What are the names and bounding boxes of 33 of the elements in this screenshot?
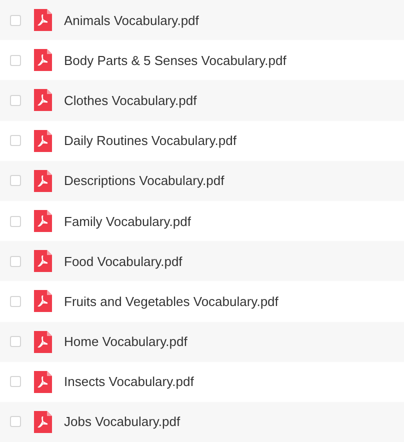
- pdf-file-icon: [34, 330, 52, 353]
- file-name[interactable]: Body Parts & 5 Senses Vocabulary.pdf: [64, 52, 286, 68]
- file-name[interactable]: Fruits and Vegetables Vocabulary.pdf: [64, 294, 278, 309]
- file-name[interactable]: Home Vocabulary.pdf: [64, 334, 188, 350]
- file-name[interactable]: Clothes Vocabulary.pdf: [64, 92, 197, 108]
- checkbox[interactable]: [10, 135, 21, 146]
- pdf-file-icon: [34, 410, 52, 433]
- file-name[interactable]: Daily Routines Vocabulary.pdf: [64, 133, 236, 148]
- pdf-file-icon: [34, 9, 52, 32]
- pdf-file-icon: [34, 89, 52, 112]
- file-name[interactable]: Food Vocabulary.pdf: [64, 254, 182, 269]
- pdf-file-icon: [34, 49, 52, 72]
- checkbox[interactable]: [10, 14, 21, 26]
- checkbox[interactable]: [10, 54, 21, 66]
- file-name[interactable]: Animals Vocabulary.pdf: [64, 12, 199, 28]
- checkbox[interactable]: [10, 416, 21, 428]
- checkbox[interactable]: [10, 376, 21, 388]
- checkbox[interactable]: [10, 256, 21, 267]
- file-name[interactable]: Jobs Vocabulary.pdf: [64, 414, 180, 430]
- pdf-file-icon: [34, 250, 52, 272]
- pdf-file-icon: [34, 130, 52, 152]
- pdf-file-icon: [34, 170, 52, 192]
- checkbox[interactable]: [10, 94, 21, 106]
- checkbox[interactable]: [10, 175, 21, 186]
- checkbox[interactable]: [10, 296, 21, 307]
- file-name[interactable]: Insects Vocabulary.pdf: [64, 374, 194, 390]
- checkbox[interactable]: [10, 216, 21, 227]
- pdf-file-icon: [34, 370, 52, 393]
- file-name[interactable]: Family Vocabulary.pdf: [64, 214, 191, 229]
- checkbox[interactable]: [10, 336, 21, 348]
- pdf-file-icon: [34, 290, 52, 312]
- pdf-file-icon: [34, 210, 52, 232]
- file-name[interactable]: Descriptions Vocabulary.pdf: [64, 173, 224, 188]
